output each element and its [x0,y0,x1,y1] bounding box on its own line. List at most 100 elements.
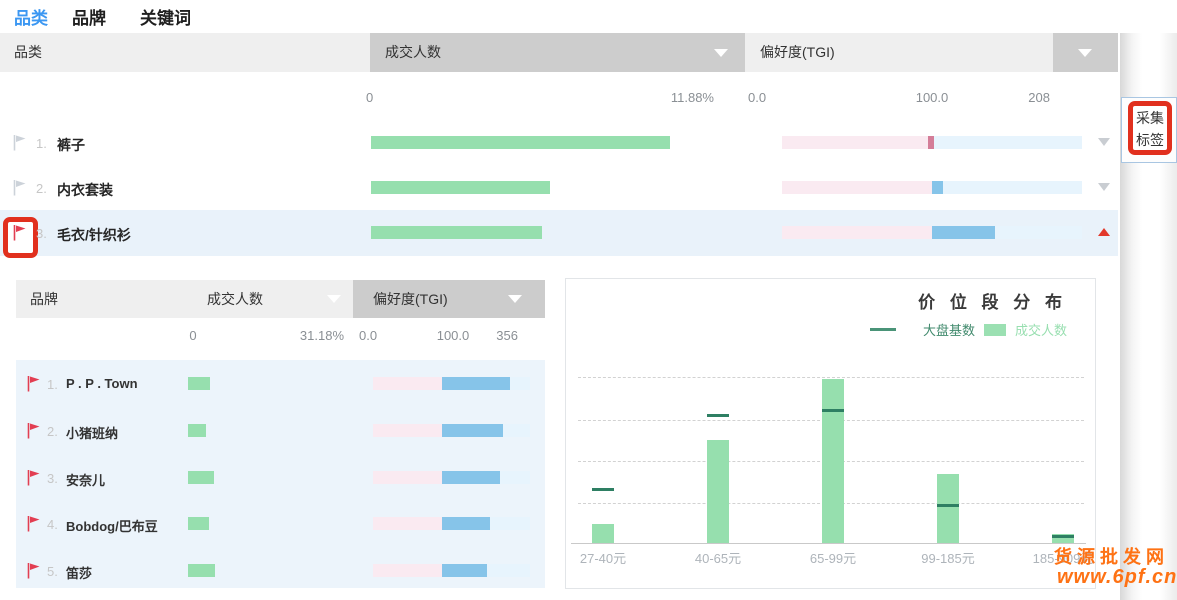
tag-button[interactable]: 标签 [1133,129,1167,151]
flag-icon[interactable] [26,562,41,579]
buyers-column-bar [822,379,844,543]
header-cell-preference: 偏好度(TGI) [745,33,1053,72]
x-axis-label: 99-185元 [891,548,1005,567]
brand-header-brand: 品牌 [30,280,58,318]
row-name[interactable]: 小猪班纳 [66,423,118,442]
pref-axis-mid: 100.0 [908,90,956,105]
brand-row[interactable]: 3. 安奈儿 [16,455,545,501]
flag-icon[interactable] [26,515,41,532]
brand-buyers-axis-min: 0 [183,328,203,343]
row-rank: 3. [36,226,47,241]
row-sort-icon[interactable] [1098,228,1110,236]
row-rank: 3. [47,471,58,486]
tgi-track-high [932,136,1082,149]
x-axis-label: 65-99元 [776,548,890,567]
baseline-dash-marker [822,409,844,412]
tgi-bar [782,181,1082,194]
buyers-bar [188,377,210,390]
tgi-track-low [782,136,932,149]
brand-pref-sort-icon[interactable] [508,295,522,303]
brand-buyers-axis-max: 31.18% [284,328,344,343]
header-cell-category: 品类 [0,33,370,72]
tgi-marker [442,377,510,390]
baseline-dash-marker [937,504,959,507]
flag-icon[interactable] [26,422,41,439]
pref-axis-max: 208 [1010,90,1050,105]
tgi-bar [373,471,530,484]
flag-icon[interactable] [26,469,41,486]
tab-keyword[interactable]: 关键词 [140,4,191,29]
pref-axis-min: 0.0 [748,90,766,105]
collect-button[interactable]: 采集 [1133,107,1167,129]
brand-row[interactable]: 2. 小猪班纳 [16,408,545,454]
tgi-marker [932,181,943,194]
row-rank: 4. [47,517,58,532]
row-name[interactable]: 内衣套装 [57,180,113,200]
brand-pref-axis-mid: 100.0 [431,328,475,343]
flag-icon[interactable] [12,179,27,196]
category-row[interactable]: 1. 裤子 [0,120,1118,166]
row-name[interactable]: 裤子 [57,135,85,155]
row-name[interactable]: 笛莎 [66,563,92,582]
row-sort-icon[interactable] [1098,183,1110,191]
buyers-bar [371,226,542,239]
brand-header-left [16,280,353,318]
tab-brand[interactable]: 品牌 [72,4,106,29]
tab-category[interactable]: 品类 [14,4,48,29]
brand-row[interactable]: 5. 笛莎 [16,548,545,594]
tgi-bar [782,136,1082,149]
row-sort-icon[interactable] [1098,138,1110,146]
buyers-column-bar [592,524,614,543]
collect-tag-annotation-box: 采集 标签 [1128,101,1172,155]
row-name[interactable]: 安奈儿 [66,470,105,489]
tgi-track-low [782,181,932,194]
row-name[interactable]: Bobdog/巴布豆 [66,516,158,535]
tgi-marker [932,226,995,239]
buyers-bar [371,136,670,149]
flag-icon[interactable] [26,375,41,392]
x-axis-line [571,543,1086,544]
brand-header-buyers[interactable]: 成交人数 [207,280,263,318]
brand-row[interactable]: 4. Bobdog/巴布豆 [16,501,545,547]
buyers-bar [188,564,215,577]
buyers-column-bar [937,474,959,543]
row-name[interactable]: P . P . Town [66,376,138,391]
buyers-column-bar [707,440,729,543]
row-rank: 5. [47,564,58,579]
price-band-chart-panel: 价 位 段 分 布 大盘基数 成交人数 27-40元 40-65元 65-99元… [565,278,1096,589]
tgi-track-low [373,424,442,437]
buyers-axis-max: 11.88% [650,90,714,105]
buyers-sort-dropdown-icon[interactable] [714,49,728,57]
tgi-track-low [373,377,442,390]
tgi-track-low [782,226,932,239]
tgi-track-low [373,517,442,530]
watermark-url: www.6pf.cn [1057,566,1177,589]
baseline-dash-marker [707,414,729,417]
brand-row[interactable]: 1. P . P . Town [16,361,545,407]
buyers-bar [188,424,206,437]
x-axis-label: 40-65元 [661,548,775,567]
row-rank: 2. [47,424,58,439]
tgi-marker [442,564,487,577]
row-rank: 2. [36,181,47,196]
tgi-bar [373,424,530,437]
tgi-marker [928,136,934,149]
tgi-marker [442,424,503,437]
tgi-bar [782,226,1082,239]
tgi-bar [373,517,530,530]
buyers-bar [188,471,214,484]
tgi-marker [442,471,500,484]
category-row-selected[interactable]: 3. 毛衣/针织衫 [0,210,1118,256]
header-cell-buyers[interactable]: 成交人数 [370,33,745,72]
category-row[interactable]: 2. 内衣套装 [0,165,1118,211]
tgi-marker [442,517,490,530]
x-axis-label: 27-40元 [546,548,660,567]
preference-sort-dropdown-icon[interactable] [1078,49,1092,57]
flag-icon[interactable] [12,134,27,151]
buyers-bar [371,181,550,194]
brand-buyers-sort-icon[interactable] [327,295,341,303]
buyers-axis-min: 0 [366,90,373,105]
row-name[interactable]: 毛衣/针织衫 [57,225,131,245]
flag-icon[interactable] [12,224,27,241]
tgi-track-low [373,564,442,577]
